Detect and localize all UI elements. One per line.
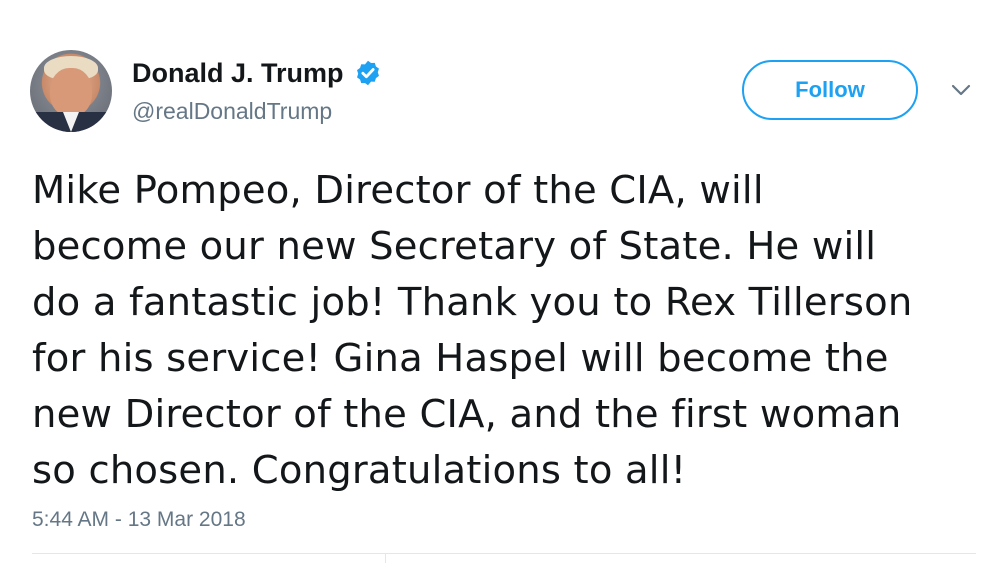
tweet-text-line: so chosen. Congratulations to all!	[32, 448, 687, 493]
tweet-text-line: new Director of the CIA, and the first w…	[32, 392, 902, 437]
user-handle[interactable]: @realDonaldTrump	[132, 96, 332, 126]
follow-button[interactable]: Follow	[742, 60, 918, 120]
avatar-face	[50, 68, 92, 116]
tweet-card: Donald J. Trump @realDonaldTrump Follow …	[0, 0, 1000, 563]
divider-tick	[385, 553, 386, 563]
tweet-text-line: do a fantastic job! Thank you to Rex Til…	[32, 280, 913, 325]
author-name-row: Donald J. Trump	[132, 56, 382, 90]
divider	[32, 553, 976, 554]
verified-badge-icon	[356, 60, 379, 86]
avatar[interactable]	[30, 50, 112, 132]
tweet-text: Mike Pompeo, Director of the CIA, will b…	[32, 163, 972, 499]
tweet-text-line: for his service! Gina Haspel will become…	[32, 336, 889, 381]
tweet-text-line: become our new Secretary of State. He wi…	[32, 224, 877, 269]
display-name[interactable]: Donald J. Trump	[132, 56, 344, 90]
tweet-timestamp[interactable]: 5:44 AM - 13 Mar 2018	[32, 506, 246, 534]
chevron-down-icon[interactable]	[948, 80, 974, 100]
tweet-text-line: Mike Pompeo, Director of the CIA, will	[32, 168, 764, 213]
